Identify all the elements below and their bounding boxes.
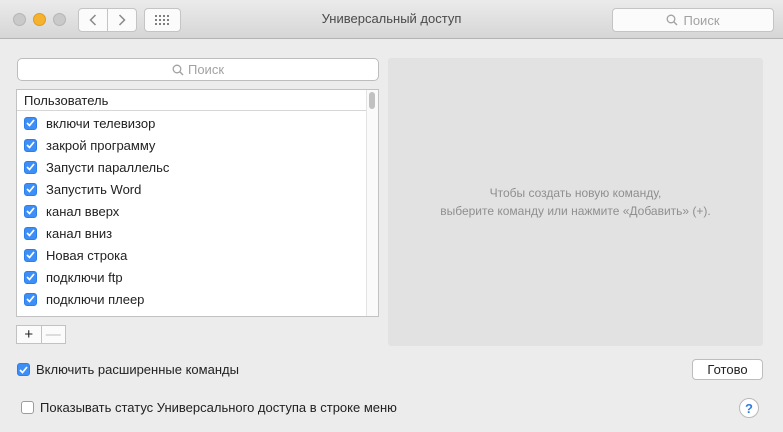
back-button[interactable]: [79, 9, 107, 31]
toolbar-search-placeholder: Поиск: [683, 12, 720, 28]
status-menu-checkbox[interactable]: [21, 401, 34, 414]
command-enabled-checkbox[interactable]: [24, 292, 37, 306]
forward-button[interactable]: [107, 9, 136, 31]
status-menu-option[interactable]: Показывать статус Универсального доступа…: [21, 400, 397, 415]
add-command-button[interactable]: +: [17, 326, 41, 343]
checkmark-icon: [26, 207, 35, 215]
command-enabled-checkbox[interactable]: [24, 160, 37, 174]
chevron-right-icon: [118, 14, 126, 26]
toolbar-search-field[interactable]: Поиск: [612, 8, 774, 32]
command-row[interactable]: Новая строка: [17, 244, 367, 266]
command-row[interactable]: канал вверх: [17, 200, 367, 222]
command-label: закрой программу: [46, 137, 156, 153]
checkmark-icon: [26, 273, 35, 281]
command-row[interactable]: закрой программу: [17, 134, 367, 156]
command-row[interactable]: подключи ftp: [17, 266, 367, 288]
checkmark-icon: [26, 141, 35, 149]
scrollbar-thumb[interactable]: [369, 92, 375, 109]
search-icon: [172, 64, 184, 75]
commands-search-input[interactable]: Поиск: [17, 58, 379, 81]
checkmark-icon: [19, 365, 28, 374]
command-label: канал вниз: [46, 225, 113, 241]
command-row[interactable]: включи телевизор: [17, 112, 367, 134]
command-enabled-checkbox[interactable]: [24, 138, 37, 152]
commands-search-placeholder: Поиск: [187, 62, 225, 77]
command-label: Запустить Word: [46, 181, 142, 197]
done-button[interactable]: Готово: [692, 359, 763, 380]
list-scrollbar[interactable]: [366, 90, 378, 316]
command-enabled-checkbox[interactable]: [24, 226, 37, 240]
command-row[interactable]: канал вниз: [17, 222, 367, 244]
commands-list[interactable]: Пользователь включи телевизор закрой прог…: [16, 89, 379, 317]
list-header-user[interactable]: Пользователь: [17, 90, 367, 111]
navigation-buttons: [78, 8, 137, 32]
zoom-window-button[interactable]: [53, 13, 66, 26]
search-icon: [667, 14, 678, 26]
command-row[interactable]: Запустить Word: [17, 178, 367, 200]
detail-hint-line-1: Чтобы создать новую команду,: [489, 186, 662, 200]
advanced-commands-checkbox[interactable]: [17, 363, 30, 376]
command-label: Новая строка: [46, 247, 128, 263]
command-label: подключи плеер: [46, 291, 145, 307]
command-enabled-checkbox[interactable]: [24, 270, 37, 284]
chevron-left-icon: [89, 14, 97, 26]
command-label: канал вверх: [46, 203, 120, 219]
command-detail-panel: Чтобы создать новую команду, выберите ко…: [388, 58, 763, 346]
checkmark-icon: [26, 163, 35, 171]
close-window-button[interactable]: [13, 13, 26, 26]
command-label: подключи ftp: [46, 269, 123, 285]
checkmark-icon: [26, 119, 35, 127]
grid-icon: [155, 14, 169, 25]
advanced-commands-label: Включить расширенные команды: [36, 362, 239, 377]
detail-hint-line-2: выберите команду или нажмите «Добавить» …: [440, 204, 711, 218]
command-enabled-checkbox[interactable]: [24, 204, 37, 218]
window-titlebar: Универсальный доступ Поиск: [0, 0, 783, 39]
advanced-commands-option[interactable]: Включить расширенные команды: [17, 362, 239, 377]
minimize-window-button[interactable]: [33, 13, 46, 26]
command-enabled-checkbox[interactable]: [24, 248, 37, 262]
checkmark-icon: [26, 251, 35, 259]
commands-rows: включи телевизор закрой программу Запусти …: [17, 112, 367, 310]
list-add-remove-controls: + —: [16, 325, 66, 344]
command-row[interactable]: Запусти параллельс: [17, 156, 367, 178]
help-button[interactable]: ?: [739, 398, 759, 418]
command-label: Запусти параллельс: [46, 159, 170, 175]
command-label: включи телевизор: [46, 115, 156, 131]
show-all-button[interactable]: [144, 8, 181, 32]
checkmark-icon: [26, 185, 35, 193]
command-row[interactable]: подключи плеер: [17, 288, 367, 310]
command-enabled-checkbox[interactable]: [24, 182, 37, 196]
remove-command-button[interactable]: —: [40, 326, 66, 343]
status-menu-label: Показывать статус Универсального доступа…: [40, 400, 397, 415]
command-enabled-checkbox[interactable]: [24, 116, 37, 130]
checkmark-icon: [26, 229, 35, 237]
checkmark-icon: [26, 295, 35, 303]
